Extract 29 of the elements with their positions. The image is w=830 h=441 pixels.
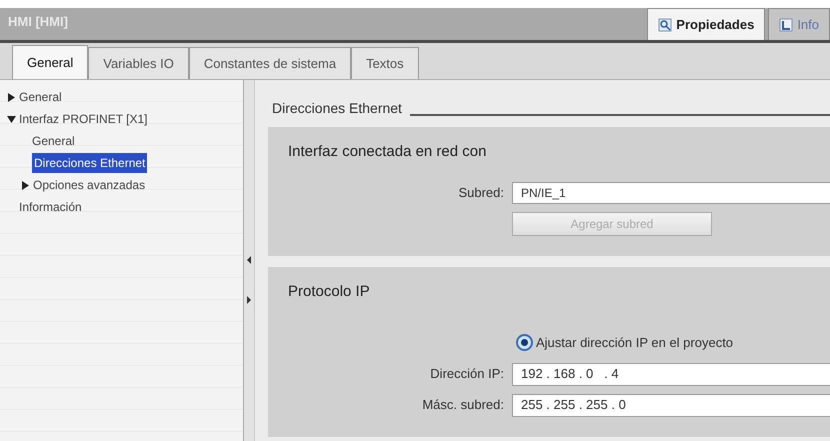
sidebar-item[interactable]: General: [32, 132, 75, 150]
tab[interactable]: Variables IO: [88, 47, 189, 79]
tab[interactable]: Constantes de sistema: [188, 47, 352, 79]
field-label: Másc. subred:: [421, 396, 505, 414]
subnet-field[interactable]: PN/IE_1: [512, 182, 830, 204]
tab[interactable]: Textos: [351, 47, 419, 79]
expand-arrow-icon[interactable]: [246, 295, 252, 305]
field-label: Subred:: [457, 184, 505, 202]
sidebar-item[interactable]: Interfaz PROFINET [X1]: [19, 110, 148, 128]
ip-address-field[interactable]: 255 . 255 . 255 . 0: [512, 394, 830, 416]
sidebar-item[interactable]: General: [19, 88, 62, 106]
inspector-tab[interactable]: Propiedades: [647, 8, 766, 40]
ip-address-field[interactable]: 192 . 168 . 0 . 4: [512, 362, 830, 386]
sidebar-item[interactable]: Direcciones Ethernet: [32, 153, 148, 173]
panel-title: Protocolo IP: [288, 282, 371, 302]
sidebar-item[interactable]: Opciones avanzadas: [33, 176, 146, 194]
section-title: Direcciones Ethernet: [272, 99, 402, 118]
collapse-arrow-icon[interactable]: [246, 255, 252, 265]
sidebar-item[interactable]: Información: [19, 198, 82, 216]
window-title: HMI [HMI]: [7, 12, 69, 31]
collapsed-arrow-icon[interactable]: [20, 180, 30, 190]
radio-button[interactable]: [516, 334, 533, 352]
search-icon: [658, 18, 672, 32]
field-label: Dirección IP:: [429, 365, 505, 384]
tab[interactable]: General: [12, 45, 88, 79]
expanded-arrow-icon[interactable]: [6, 114, 16, 124]
collapsed-arrow-icon[interactable]: [6, 92, 16, 102]
radio-label: Ajustar dirección IP en el proyecto: [536, 334, 734, 352]
panel-title: Interfaz conectada en red con: [288, 142, 488, 162]
